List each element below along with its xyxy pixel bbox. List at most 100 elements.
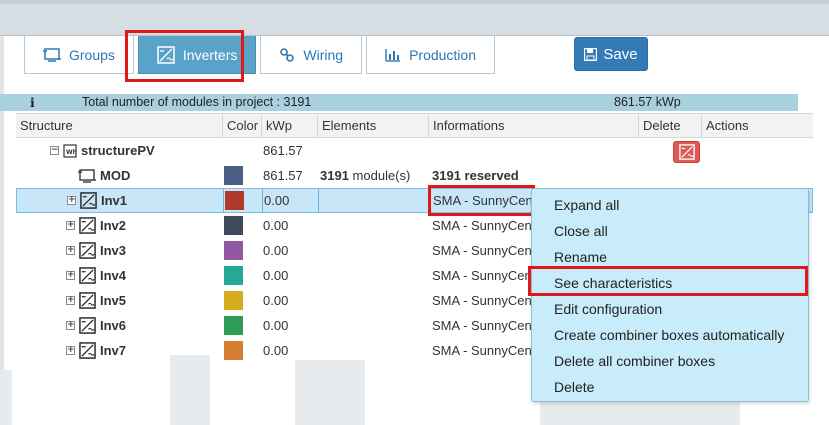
mod-elements: 3191 module(s) xyxy=(320,163,410,188)
inverter-icon xyxy=(79,242,96,259)
menu-item-delete[interactable]: Delete xyxy=(554,374,594,400)
inverter-icon xyxy=(79,217,96,234)
expand-toggle[interactable]: + xyxy=(66,296,75,305)
column-header-color[interactable]: Color xyxy=(223,114,262,137)
expand-toggle[interactable]: + xyxy=(66,221,75,230)
column-header-actions[interactable]: Actions xyxy=(702,114,813,137)
inverter-name: Inv5 xyxy=(100,293,127,308)
color-swatch[interactable] xyxy=(224,166,243,185)
structure-name-cell: − Wh structurePV xyxy=(50,138,155,163)
inverter-name: Inv4 xyxy=(100,268,127,283)
background-shape xyxy=(540,402,740,425)
project-summary-bar: i Total number of modules in project : 3… xyxy=(0,94,798,111)
total-kwp-text: 861.57 kWp xyxy=(614,95,681,109)
grid-header: Structure Color kWp Elements Information… xyxy=(16,113,813,138)
top-bar xyxy=(0,0,829,36)
inverter-icon xyxy=(80,192,97,209)
structure-name: structurePV xyxy=(81,143,155,158)
expand-toggle[interactable]: + xyxy=(67,196,76,205)
inverter-kwp: 0.00 xyxy=(263,293,289,308)
menu-item-see-characteristics[interactable]: See characteristics xyxy=(554,270,672,296)
color-swatch[interactable] xyxy=(224,216,243,235)
menu-item-close-all[interactable]: Close all xyxy=(554,218,608,244)
inverter-name-cell: + Inv4 xyxy=(66,263,126,288)
tab-production[interactable]: Production xyxy=(366,36,495,74)
inverter-name-cell: + Inv1 xyxy=(67,188,127,213)
color-swatch[interactable] xyxy=(225,191,244,210)
tab-label: Groups xyxy=(69,46,115,63)
inverter-icon xyxy=(79,317,96,334)
column-header-kwp[interactable]: kWp xyxy=(262,114,318,137)
background-shape xyxy=(295,360,365,425)
inverter-kwp: 0.00 xyxy=(263,268,289,283)
expand-toggle[interactable]: + xyxy=(66,346,75,355)
inverter-info: SMA - SunnyCen xyxy=(432,243,532,258)
inverter-name: Inv3 xyxy=(100,243,127,258)
mod-info: 3191 reserved xyxy=(432,168,519,183)
mod-row[interactable]: MOD 861.57 3191 module(s) 3191 reserved xyxy=(16,163,813,188)
wiring-icon xyxy=(280,47,295,62)
inverter-name-cell: + Inv6 xyxy=(66,313,126,338)
color-swatch[interactable] xyxy=(224,291,243,310)
collapse-toggle[interactable]: − xyxy=(50,146,59,155)
color-swatch[interactable] xyxy=(224,266,243,285)
background-shape xyxy=(0,370,12,425)
menu-item-expand-all[interactable]: Expand all xyxy=(554,192,619,218)
inverter-icon xyxy=(678,144,695,160)
delete-structure-button[interactable] xyxy=(673,141,700,163)
groups-icon xyxy=(43,47,61,62)
inverter-name-cell: + Inv3 xyxy=(66,238,126,263)
inverter-icon xyxy=(79,267,96,284)
tab-label: Inverters xyxy=(182,46,238,63)
column-header-structure[interactable]: Structure xyxy=(16,114,223,137)
background-shape xyxy=(170,355,210,425)
column-header-elements[interactable]: Elements xyxy=(318,114,429,137)
tab-inverters[interactable]: Inverters xyxy=(137,36,257,74)
inverter-kwp: 0.00 xyxy=(263,343,289,358)
expand-toggle[interactable]: + xyxy=(66,246,75,255)
structure-kwp: 861.57 xyxy=(263,143,303,158)
production-icon xyxy=(385,48,401,62)
mod-elements-count: 3191 xyxy=(320,168,349,183)
inverter-name: Inv7 xyxy=(100,343,127,358)
inverter-name: Inv6 xyxy=(100,318,127,333)
column-header-informations[interactable]: Informations xyxy=(429,114,639,137)
menu-item-create-combiner-boxes[interactable]: Create combiner boxes automatically xyxy=(554,322,784,348)
inverter-name-cell: + Inv7 xyxy=(66,338,126,363)
expand-toggle[interactable]: + xyxy=(66,271,75,280)
inverter-icon xyxy=(157,45,175,64)
inverter-kwp: 0.00 xyxy=(263,243,289,258)
color-swatch[interactable] xyxy=(224,341,243,360)
inverter-info: SMA - SunnyCen xyxy=(432,218,532,233)
tab-label: Production xyxy=(409,46,476,63)
groups-icon xyxy=(78,168,96,183)
inverter-info: SMA - SunnyCen xyxy=(432,318,532,333)
mod-elements-unit: module(s) xyxy=(352,168,411,183)
top-bar-strip xyxy=(0,0,829,4)
color-swatch[interactable] xyxy=(224,241,243,260)
total-modules-text: Total number of modules in project : 319… xyxy=(82,95,312,109)
save-button[interactable]: Save xyxy=(574,37,648,71)
inverter-kwp: 0.00 xyxy=(264,193,290,208)
column-header-delete[interactable]: Delete xyxy=(639,114,702,137)
expand-toggle[interactable]: + xyxy=(66,321,75,330)
inverter-info: SMA - SunnyCen xyxy=(432,343,532,358)
mod-name: MOD xyxy=(100,168,131,183)
cell-divider xyxy=(318,188,319,213)
inverter-name: Inv2 xyxy=(100,218,127,233)
save-label: Save xyxy=(603,45,638,63)
menu-item-delete-combiner-boxes[interactable]: Delete all combiner boxes xyxy=(554,348,715,374)
inverter-name-cell: + Inv5 xyxy=(66,288,126,313)
inverter-name-cell: + Inv2 xyxy=(66,213,126,238)
menu-item-edit-configuration[interactable]: Edit configuration xyxy=(554,296,662,322)
tab-label: Wiring xyxy=(303,46,344,63)
cell-divider xyxy=(262,188,263,213)
inverter-icon xyxy=(79,292,96,309)
svg-text:Wh: Wh xyxy=(66,149,77,156)
color-swatch[interactable] xyxy=(224,316,243,335)
menu-item-rename[interactable]: Rename xyxy=(554,244,607,270)
tab-groups[interactable]: Groups xyxy=(24,36,134,74)
inverter-kwp: 0.00 xyxy=(263,318,289,333)
tab-wiring[interactable]: Wiring xyxy=(260,36,363,74)
inverter-kwp: 0.00 xyxy=(263,218,289,233)
